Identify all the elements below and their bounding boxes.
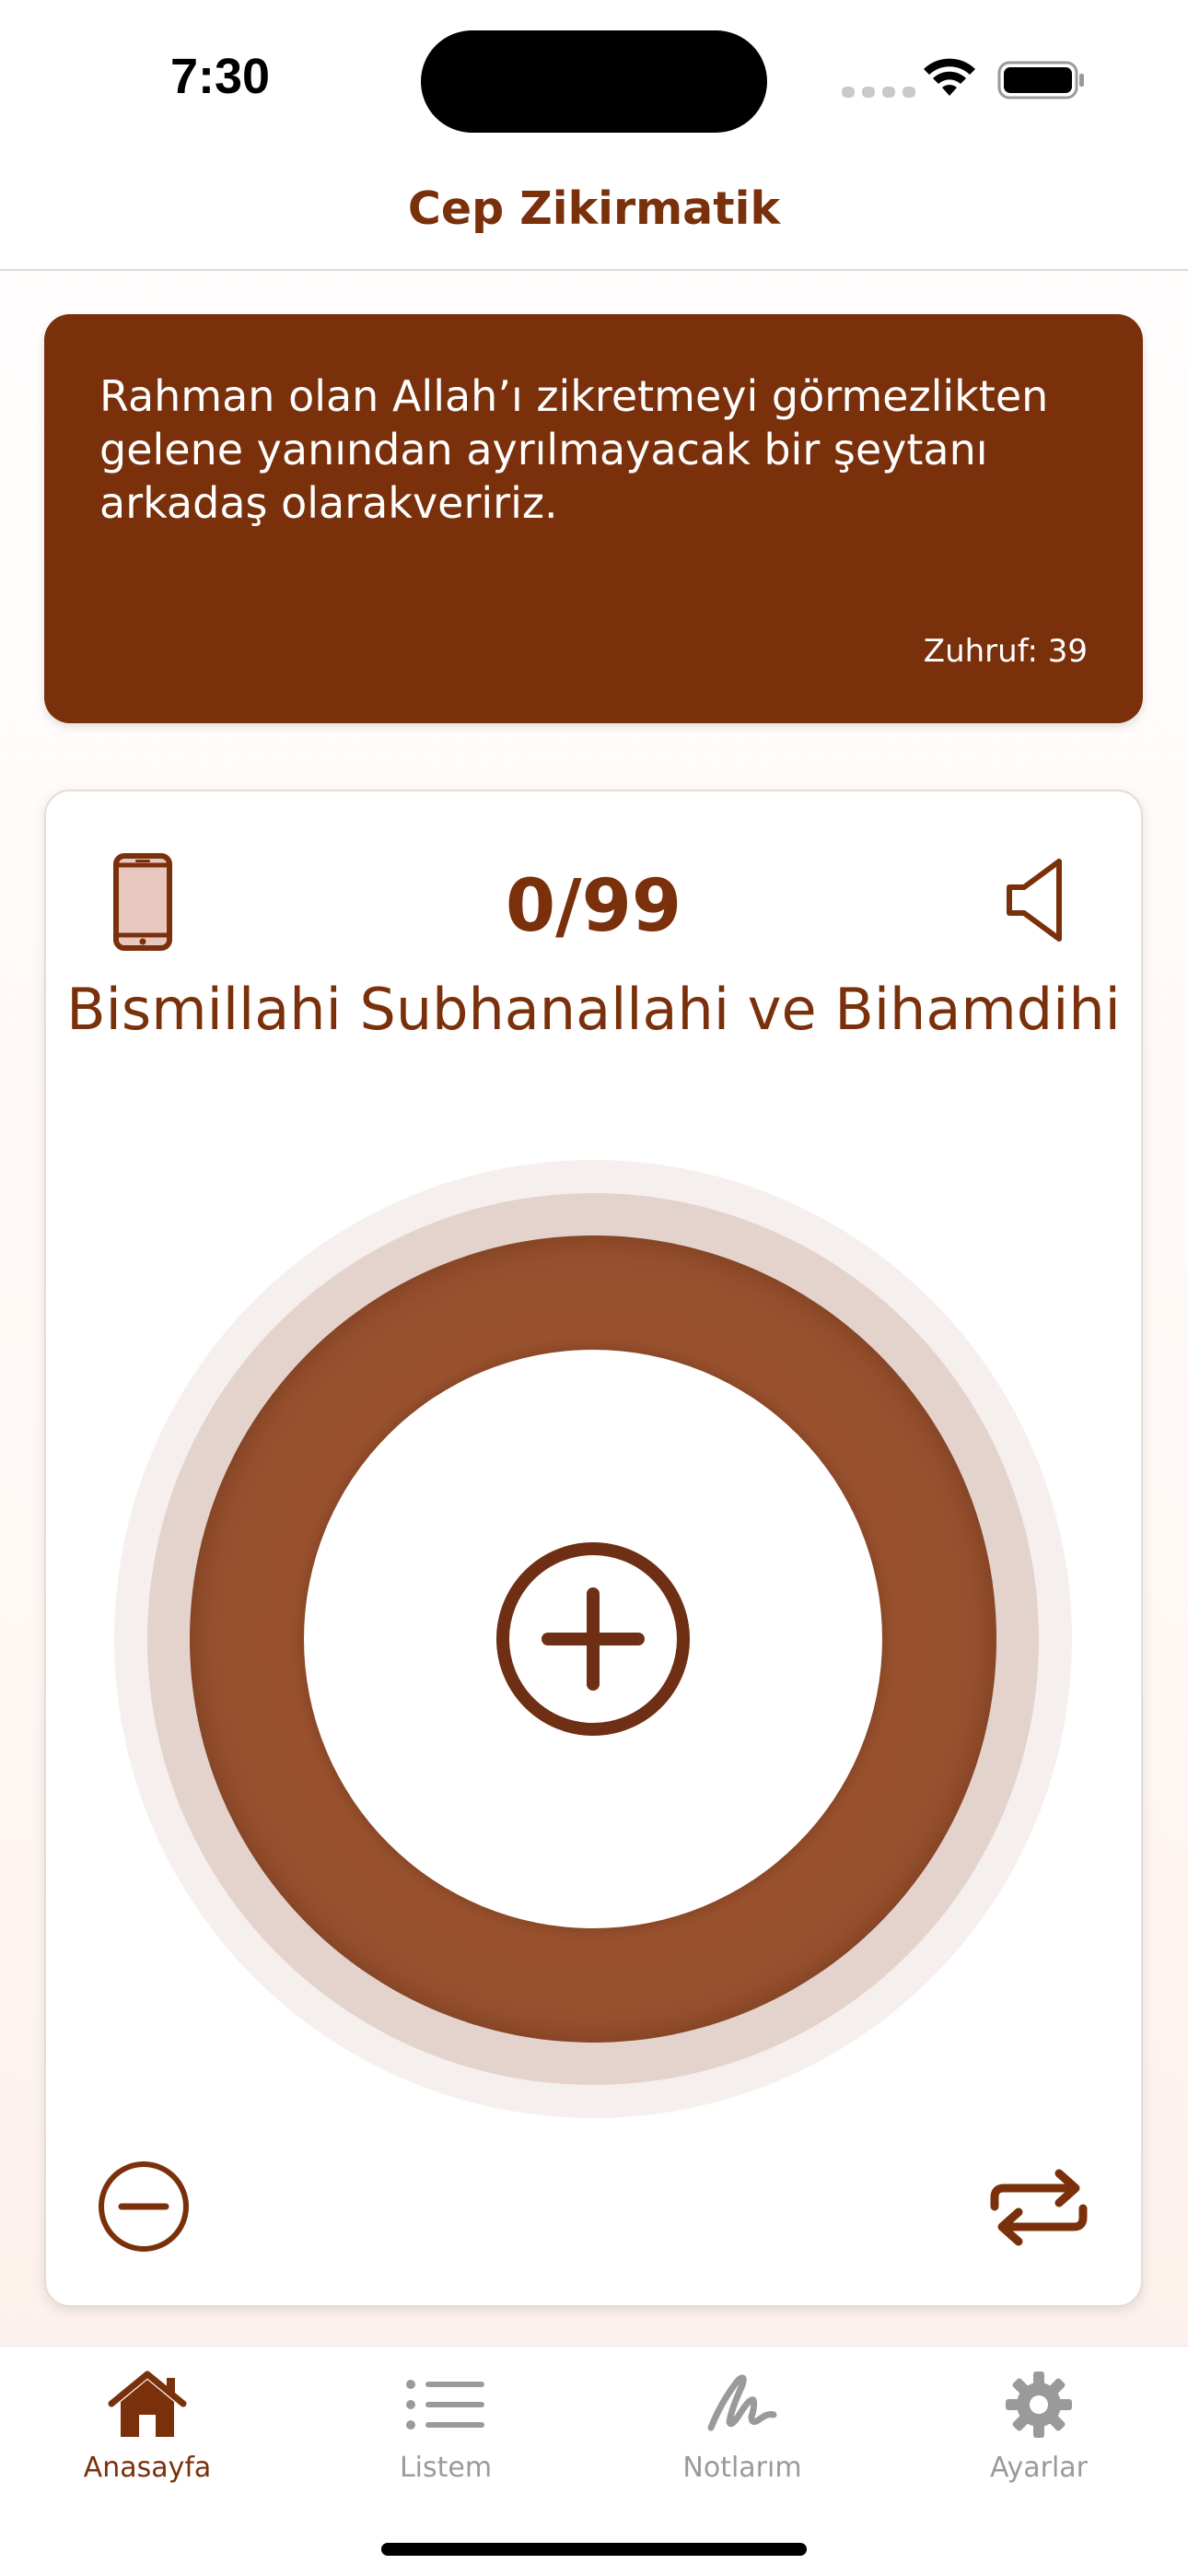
tab-list[interactable]: Listem (335, 2363, 556, 2492)
page-title: Cep Zikirmatik (407, 181, 781, 235)
wifi-icon (924, 58, 975, 96)
plus-circle-icon[interactable] (495, 1540, 692, 1738)
home-icon (108, 2371, 187, 2437)
dynamic-island (421, 30, 767, 133)
battery-icon (997, 61, 1084, 100)
tab-settings-label: Ayarlar (989, 2452, 1088, 2484)
tab-notes[interactable]: Notlarım (632, 2363, 853, 2492)
dhikr-name: Bismillahi Subhanallahi ve Bihamdihi (66, 976, 1121, 1043)
status-bar: 7:30 (0, 0, 1188, 157)
verse-source: Zuhruf: 39 (923, 633, 1088, 670)
gear-icon (1006, 2371, 1072, 2438)
list-icon (406, 2380, 484, 2430)
counter-card: 0/99 Bismillahi Subhanallahi ve Bihamdih… (44, 790, 1143, 2307)
verse-text: Rahman olan Allah’ı zikretmeyi görmezlik… (99, 371, 1049, 528)
status-time: 7:30 (170, 49, 271, 104)
home-indicator[interactable] (381, 2543, 807, 2556)
nav-header: Cep Zikirmatik (0, 157, 1188, 271)
cellular-signal-icon (842, 87, 915, 98)
counter-tap-area[interactable] (114, 1160, 1072, 2118)
scribble-icon (707, 2374, 777, 2431)
counter-display: 0/99 (505, 865, 682, 948)
verse-card: Rahman olan Allah’ı zikretmeyi görmezlik… (44, 314, 1143, 723)
minus-circle-icon[interactable] (96, 2159, 192, 2254)
tab-settings[interactable]: Ayarlar (928, 2363, 1149, 2492)
speaker-icon[interactable] (1004, 856, 1070, 944)
tab-home[interactable]: Anasayfa (37, 2363, 258, 2492)
repeat-icon[interactable] (987, 2166, 1090, 2249)
tab-list-label: Listem (399, 2452, 493, 2484)
tab-bar: Anasayfa Listem Notlarım Ayarlar (0, 2346, 1188, 2576)
tab-home-label: Anasayfa (83, 2452, 212, 2484)
tab-notes-label: Notlarım (682, 2452, 802, 2484)
